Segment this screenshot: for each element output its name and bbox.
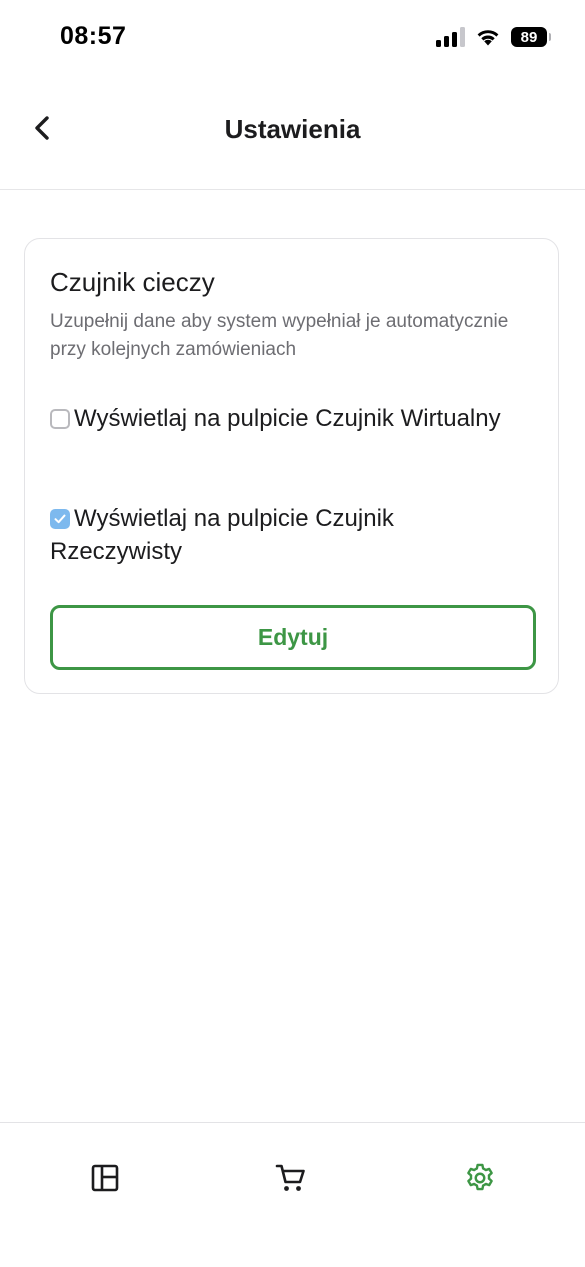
option-real-sensor[interactable]: Wyświetlaj na pulpicie Czujnik Rzeczywis… <box>50 502 530 568</box>
bottom-navigation <box>0 1122 585 1267</box>
cart-icon <box>275 1164 305 1191</box>
card-description: Uzupełnij dane aby system wypełniał je a… <box>50 311 509 360</box>
liquid-sensor-card: Czujnik cieczy Uzupełnij dane aby system… <box>24 238 559 694</box>
status-icons: 89 <box>436 27 551 47</box>
status-bar: 08:57 89 <box>0 0 585 78</box>
dashboard-icon <box>91 1164 119 1192</box>
option-virtual-sensor[interactable]: Wyświetlaj na pulpicie Czujnik Wirtualny <box>50 402 530 435</box>
nav-settings[interactable] <box>462 1160 498 1196</box>
battery-indicator: 89 <box>511 27 551 47</box>
real-sensor-label: Wyświetlaj na pulpicie Czujnik Rzeczywis… <box>50 505 394 565</box>
nav-cart[interactable] <box>273 1160 309 1196</box>
gear-icon <box>467 1163 493 1191</box>
edit-button[interactable]: Edytuj <box>50 605 536 670</box>
wifi-icon <box>477 30 499 46</box>
real-sensor-checkbox[interactable] <box>50 509 70 529</box>
app-header: Ustawienia <box>0 78 585 190</box>
status-time: 08:57 <box>60 22 127 50</box>
cellular-signal-icon <box>436 27 465 47</box>
card-title: Czujnik cieczy <box>50 267 215 297</box>
checkmark-icon <box>54 514 66 524</box>
page-title: Ustawienia <box>224 114 361 144</box>
virtual-sensor-label: Wyświetlaj na pulpicie Czujnik Wirtualny <box>74 405 501 432</box>
virtual-sensor-checkbox[interactable] <box>50 409 70 429</box>
nav-dashboard[interactable] <box>87 1160 123 1196</box>
